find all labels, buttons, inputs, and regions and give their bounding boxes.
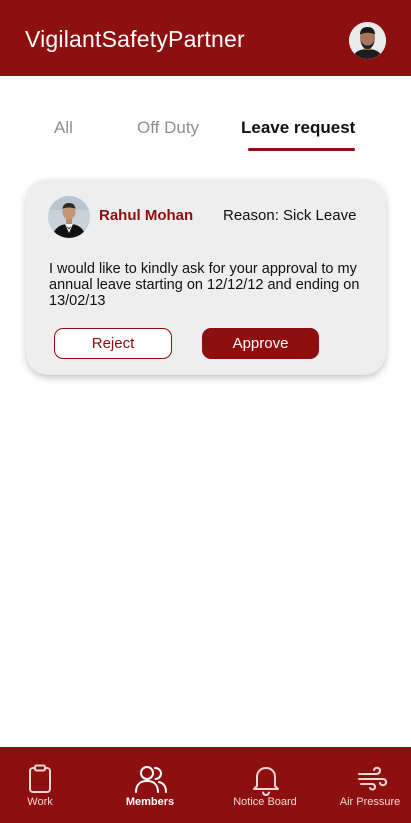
nav-item-notice-board[interactable]: Notice Board	[215, 747, 315, 823]
nav-item-members[interactable]: Members	[100, 747, 200, 823]
tab-leave-request[interactable]: Leave request	[241, 118, 355, 138]
app-bar: VigilantSafetyPartner	[0, 0, 411, 76]
bottom-nav: Work Members Notice Board Air Pressure	[0, 747, 411, 823]
nav-item-air-pressure[interactable]: Air Pressure	[325, 747, 411, 823]
requester-photo-icon	[48, 196, 90, 238]
requester-name[interactable]: Rahul Mohan	[99, 207, 193, 224]
bell-icon	[253, 767, 279, 796]
wind-icon	[358, 766, 388, 791]
app-title: VigilantSafetyPartner	[25, 26, 245, 52]
leave-request-card: Rahul Mohan Reason: Sick Leave I would l…	[26, 179, 386, 375]
user-photo-icon	[349, 22, 386, 59]
active-tab-indicator	[248, 148, 355, 151]
nav-label-work: Work	[27, 796, 53, 808]
nav-item-work[interactable]: Work	[0, 747, 80, 823]
profile-avatar[interactable]	[349, 22, 386, 59]
nav-label-air-pressure: Air Pressure	[339, 796, 401, 808]
nav-label-notice-board: Notice Board	[233, 796, 297, 808]
tab-all[interactable]: All	[54, 118, 73, 138]
leave-request-message: I would like to kindly ask for your appr…	[49, 261, 360, 309]
requester-avatar	[48, 196, 90, 238]
tab-bar: All Off Duty Leave request	[0, 112, 411, 154]
nav-label-members: Members	[125, 796, 175, 808]
approve-button[interactable]: Approve	[202, 328, 319, 359]
leave-reason: Reason: Sick Leave	[223, 207, 357, 224]
users-icon	[135, 766, 167, 793]
reject-button[interactable]: Reject	[54, 328, 172, 359]
tab-off-duty[interactable]: Off Duty	[137, 118, 199, 138]
clipboard-icon	[29, 764, 51, 793]
